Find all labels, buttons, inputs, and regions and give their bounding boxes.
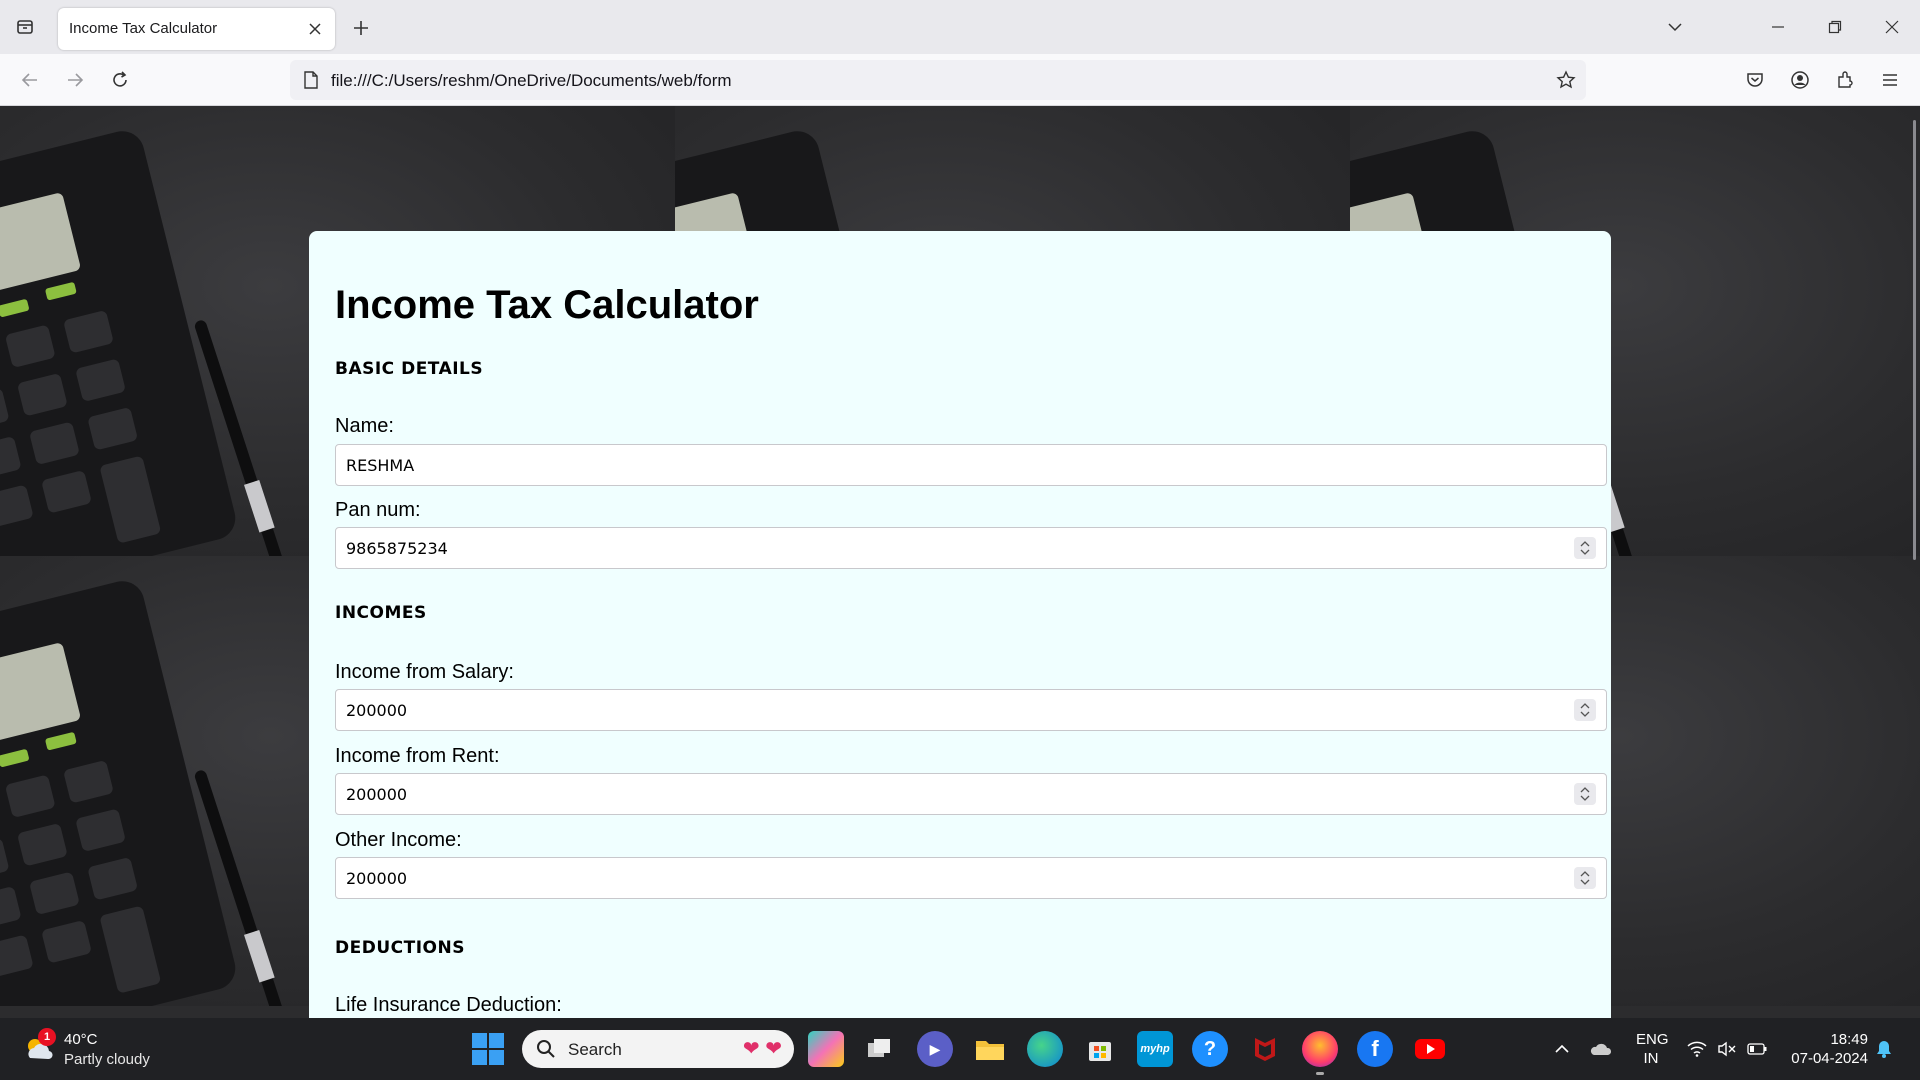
- section-deductions: DEDUCTIONS: [335, 938, 465, 958]
- facebook-icon[interactable]: f: [1357, 1031, 1393, 1067]
- close-window-icon[interactable]: [1877, 12, 1907, 42]
- youtube-icon[interactable]: [1412, 1031, 1448, 1067]
- name-value: RESHMA: [346, 456, 415, 475]
- salary-input[interactable]: 200000: [335, 689, 1607, 731]
- page-viewport: Income Tax Calculator BASIC DETAILS Name…: [0, 106, 1920, 1018]
- salary-label: Income from Salary:: [335, 661, 514, 683]
- section-incomes: INCOMES: [335, 603, 427, 623]
- battery-icon[interactable]: [1746, 1038, 1768, 1060]
- salary-value: 200000: [346, 701, 408, 720]
- taskbar-search[interactable]: Search ❤ ❤: [522, 1030, 794, 1068]
- language-indicator[interactable]: ENG IN: [1636, 1030, 1669, 1068]
- notification-bell-icon[interactable]: [1873, 1038, 1895, 1060]
- clock-time: 18:49: [1830, 1031, 1868, 1048]
- number-spinner-icon[interactable]: [1574, 867, 1596, 889]
- rent-value: 200000: [346, 785, 408, 804]
- onedrive-icon[interactable]: [1590, 1038, 1612, 1060]
- name-input[interactable]: RESHMA: [335, 444, 1607, 486]
- clock-date: 07-04-2024: [1791, 1050, 1868, 1067]
- new-tab-icon[interactable]: [346, 13, 376, 43]
- teams-icon[interactable]: ▶: [917, 1031, 953, 1067]
- page-icon: [300, 69, 322, 91]
- pan-label: Pan num:: [335, 499, 421, 521]
- page-scrollbar[interactable]: [1913, 120, 1916, 560]
- reload-icon[interactable]: [104, 64, 136, 96]
- windows-start-icon[interactable]: [472, 1033, 504, 1065]
- show-hidden-icons-icon[interactable]: [1551, 1038, 1573, 1060]
- weather-temperature: 40°C: [64, 1031, 98, 1048]
- bookmark-star-icon[interactable]: [1554, 68, 1578, 92]
- name-label: Name:: [335, 415, 394, 437]
- mcafee-icon[interactable]: [1247, 1031, 1283, 1067]
- extensions-icon[interactable]: [1829, 64, 1861, 96]
- list-all-tabs-icon[interactable]: [1660, 12, 1690, 42]
- account-icon[interactable]: [1784, 64, 1816, 96]
- navigation-toolbar: file:///C:/Users/reshm/OneDrive/Document…: [0, 54, 1920, 106]
- weather-description: Partly cloudy: [64, 1051, 150, 1068]
- tax-form-card: Income Tax Calculator BASIC DETAILS Name…: [309, 231, 1611, 1018]
- rent-input[interactable]: 200000: [335, 773, 1607, 815]
- back-icon[interactable]: [14, 64, 46, 96]
- other-income-label: Other Income:: [335, 829, 462, 851]
- restore-icon[interactable]: [1820, 12, 1850, 42]
- close-tab-icon[interactable]: [303, 17, 327, 41]
- wifi-icon[interactable]: [1686, 1038, 1708, 1060]
- section-basic-details: BASIC DETAILS: [335, 359, 484, 379]
- minimize-icon[interactable]: [1763, 12, 1793, 42]
- language-region: IN: [1643, 1050, 1659, 1067]
- ms-store-icon[interactable]: [1082, 1031, 1118, 1067]
- weather-badge: 1: [38, 1028, 56, 1046]
- other-income-input[interactable]: 200000: [335, 857, 1607, 899]
- pan-value: 9865875234: [346, 539, 448, 558]
- search-placeholder: Search: [568, 1040, 622, 1059]
- tab-bar: Income Tax Calculator: [0, 0, 1920, 54]
- address-bar[interactable]: file:///C:/Users/reshm/OneDrive/Document…: [290, 60, 1586, 100]
- task-view-icon[interactable]: [862, 1031, 898, 1067]
- file-explorer-icon[interactable]: [972, 1031, 1008, 1067]
- search-icon: [537, 1040, 555, 1058]
- url-text[interactable]: file:///C:/Users/reshm/OneDrive/Document…: [331, 71, 732, 91]
- number-spinner-icon[interactable]: [1574, 699, 1596, 721]
- help-icon[interactable]: ?: [1192, 1031, 1228, 1067]
- tab-list-icon[interactable]: [10, 12, 40, 42]
- active-app-indicator: [1316, 1072, 1324, 1075]
- number-spinner-icon[interactable]: [1574, 783, 1596, 805]
- firefox-icon[interactable]: [1302, 1031, 1338, 1067]
- copilot-icon[interactable]: [808, 1031, 844, 1067]
- system-clock[interactable]: 18:49 07-04-2024: [1784, 1030, 1868, 1068]
- menu-icon[interactable]: [1874, 64, 1906, 96]
- taskbar: 1 40°C Partly cloudy Search ❤ ❤ ▶ myhp ?…: [0, 1018, 1920, 1080]
- active-tab[interactable]: Income Tax Calculator: [58, 8, 335, 50]
- life-insurance-label: Life Insurance Deduction:: [335, 994, 562, 1016]
- pan-input[interactable]: 9865875234: [335, 527, 1607, 569]
- edge-icon[interactable]: [1027, 1031, 1063, 1067]
- myhp-icon[interactable]: myhp: [1137, 1031, 1173, 1067]
- volume-muted-icon[interactable]: [1716, 1038, 1738, 1060]
- language-code: ENG: [1636, 1031, 1669, 1048]
- page-title: Income Tax Calculator: [335, 283, 759, 327]
- other-income-value: 200000: [346, 869, 408, 888]
- pocket-icon[interactable]: [1739, 64, 1771, 96]
- forward-icon[interactable]: [59, 64, 91, 96]
- tab-title: Income Tax Calculator: [69, 20, 218, 37]
- rent-label: Income from Rent:: [335, 745, 500, 767]
- number-spinner-icon[interactable]: [1574, 537, 1596, 559]
- search-highlight-icon: ❤ ❤: [742, 1038, 782, 1060]
